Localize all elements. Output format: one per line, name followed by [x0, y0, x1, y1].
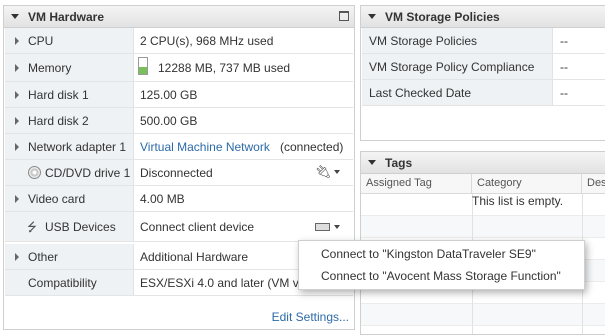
sp-value: --: [560, 34, 568, 48]
plug-icon: 🔌︎: [315, 164, 332, 179]
maximize-icon[interactable]: [339, 11, 349, 21]
hw-row-video-card[interactable]: Video card 4.00 MB: [5, 186, 353, 212]
memory-usage-icon: [138, 57, 148, 75]
cd-icon: [28, 166, 41, 179]
column-header-description[interactable]: Desc: [582, 174, 605, 194]
usb-icon: ⭍: [27, 220, 37, 234]
hw-value: 4.00 MB: [140, 192, 185, 206]
panel-title: Tags: [385, 156, 413, 170]
hw-label: Hard disk 1: [28, 88, 89, 102]
chevron-down-icon: [334, 170, 340, 174]
hw-label: Hard disk 2: [28, 114, 89, 128]
hw-row-memory[interactable]: Memory 12288 MB, 737 MB used: [5, 54, 353, 82]
hw-value: Additional Hardware: [140, 250, 249, 264]
expand-icon[interactable]: [15, 64, 19, 72]
storage-policies-header[interactable]: VM Storage Policies: [361, 6, 605, 28]
network-link[interactable]: Virtual Machine Network: [140, 140, 270, 154]
expand-icon[interactable]: [15, 253, 19, 261]
hw-label: CPU: [28, 34, 54, 48]
hw-label: Video card: [28, 192, 86, 206]
hw-row-hard-disk-2[interactable]: Hard disk 2 500.00 GB: [5, 108, 353, 134]
storage-policies-panel: VM Storage Policies VM Storage Policies …: [360, 5, 605, 141]
hw-value: Connect client device: [140, 220, 255, 234]
hw-row-network-adapter[interactable]: Network adapter 1 Virtual Machine Networ…: [5, 134, 353, 160]
vm-hardware-header[interactable]: VM Hardware: [4, 6, 354, 28]
collapse-icon[interactable]: [11, 14, 19, 19]
hw-label: CD/DVD drive 1: [45, 166, 131, 180]
expand-icon[interactable]: [15, 37, 19, 45]
expand-icon[interactable]: [15, 91, 19, 99]
sp-row-last-checked: Last Checked Date --: [362, 80, 605, 106]
hw-value: 125.00 GB: [140, 88, 198, 102]
connect-cd-button[interactable]: 🔌︎: [313, 164, 341, 180]
collapse-icon[interactable]: [368, 160, 376, 165]
hw-value: Disconnected: [140, 166, 213, 180]
sp-row-policies: VM Storage Policies --: [362, 28, 605, 54]
hw-label: Network adapter 1: [28, 140, 127, 154]
expand-icon[interactable]: [15, 195, 19, 203]
sp-value: --: [560, 60, 568, 74]
usb-connect-menu: Connect to "Kingston DataTraveler SE9" C…: [298, 240, 585, 290]
sp-value: --: [560, 86, 568, 100]
hw-row-usb[interactable]: ⭍ USB Devices Connect client device: [5, 212, 353, 242]
expand-icon[interactable]: [15, 143, 19, 151]
hw-row-hard-disk-1[interactable]: Hard disk 1 125.00 GB: [5, 82, 353, 108]
table-row: [361, 304, 605, 326]
column-header-assigned-tag[interactable]: Assigned Tag: [361, 174, 472, 194]
chevron-down-icon: [334, 225, 340, 229]
label-cell: [5, 244, 134, 269]
usb-device-icon: [315, 223, 330, 231]
label-cell: [5, 28, 134, 53]
hw-value: 500.00 GB: [140, 114, 198, 128]
table-row: [361, 216, 605, 238]
column-header-category[interactable]: Category: [472, 174, 582, 194]
hw-value: 2 CPU(s), 968 MHz used: [140, 34, 274, 48]
hw-label: Memory: [28, 61, 72, 75]
tags-header[interactable]: Tags: [361, 152, 605, 174]
panel-title: VM Storage Policies: [385, 10, 500, 24]
sp-label: Last Checked Date: [369, 86, 472, 100]
panel-title: VM Hardware: [28, 10, 105, 24]
expand-icon[interactable]: [15, 117, 19, 125]
empty-list-message: This list is empty.: [472, 194, 564, 208]
hw-value: 12288 MB, 737 MB used: [158, 61, 291, 75]
network-status: (connected): [280, 140, 344, 154]
sp-label: VM Storage Policy Compliance: [369, 60, 535, 74]
hw-label: Other: [28, 250, 59, 264]
menu-item-connect-kingston[interactable]: Connect to "Kingston DataTraveler SE9": [321, 247, 536, 261]
edit-settings-link[interactable]: Edit Settings...: [272, 310, 349, 324]
hw-row-cpu[interactable]: CPU 2 CPU(s), 968 MHz used: [5, 28, 353, 54]
connect-usb-button[interactable]: [313, 219, 341, 235]
hw-label: Compatibility: [28, 276, 97, 290]
sp-label: VM Storage Policies: [369, 34, 478, 48]
sp-row-compliance: VM Storage Policy Compliance --: [362, 54, 605, 80]
hw-row-cd-dvd[interactable]: CD/DVD drive 1 Disconnected 🔌︎: [5, 160, 353, 186]
menu-item-connect-avocent[interactable]: Connect to "Avocent Mass Storage Functio…: [321, 269, 561, 283]
hw-label: USB Devices: [45, 220, 116, 234]
collapse-icon[interactable]: [368, 14, 376, 19]
